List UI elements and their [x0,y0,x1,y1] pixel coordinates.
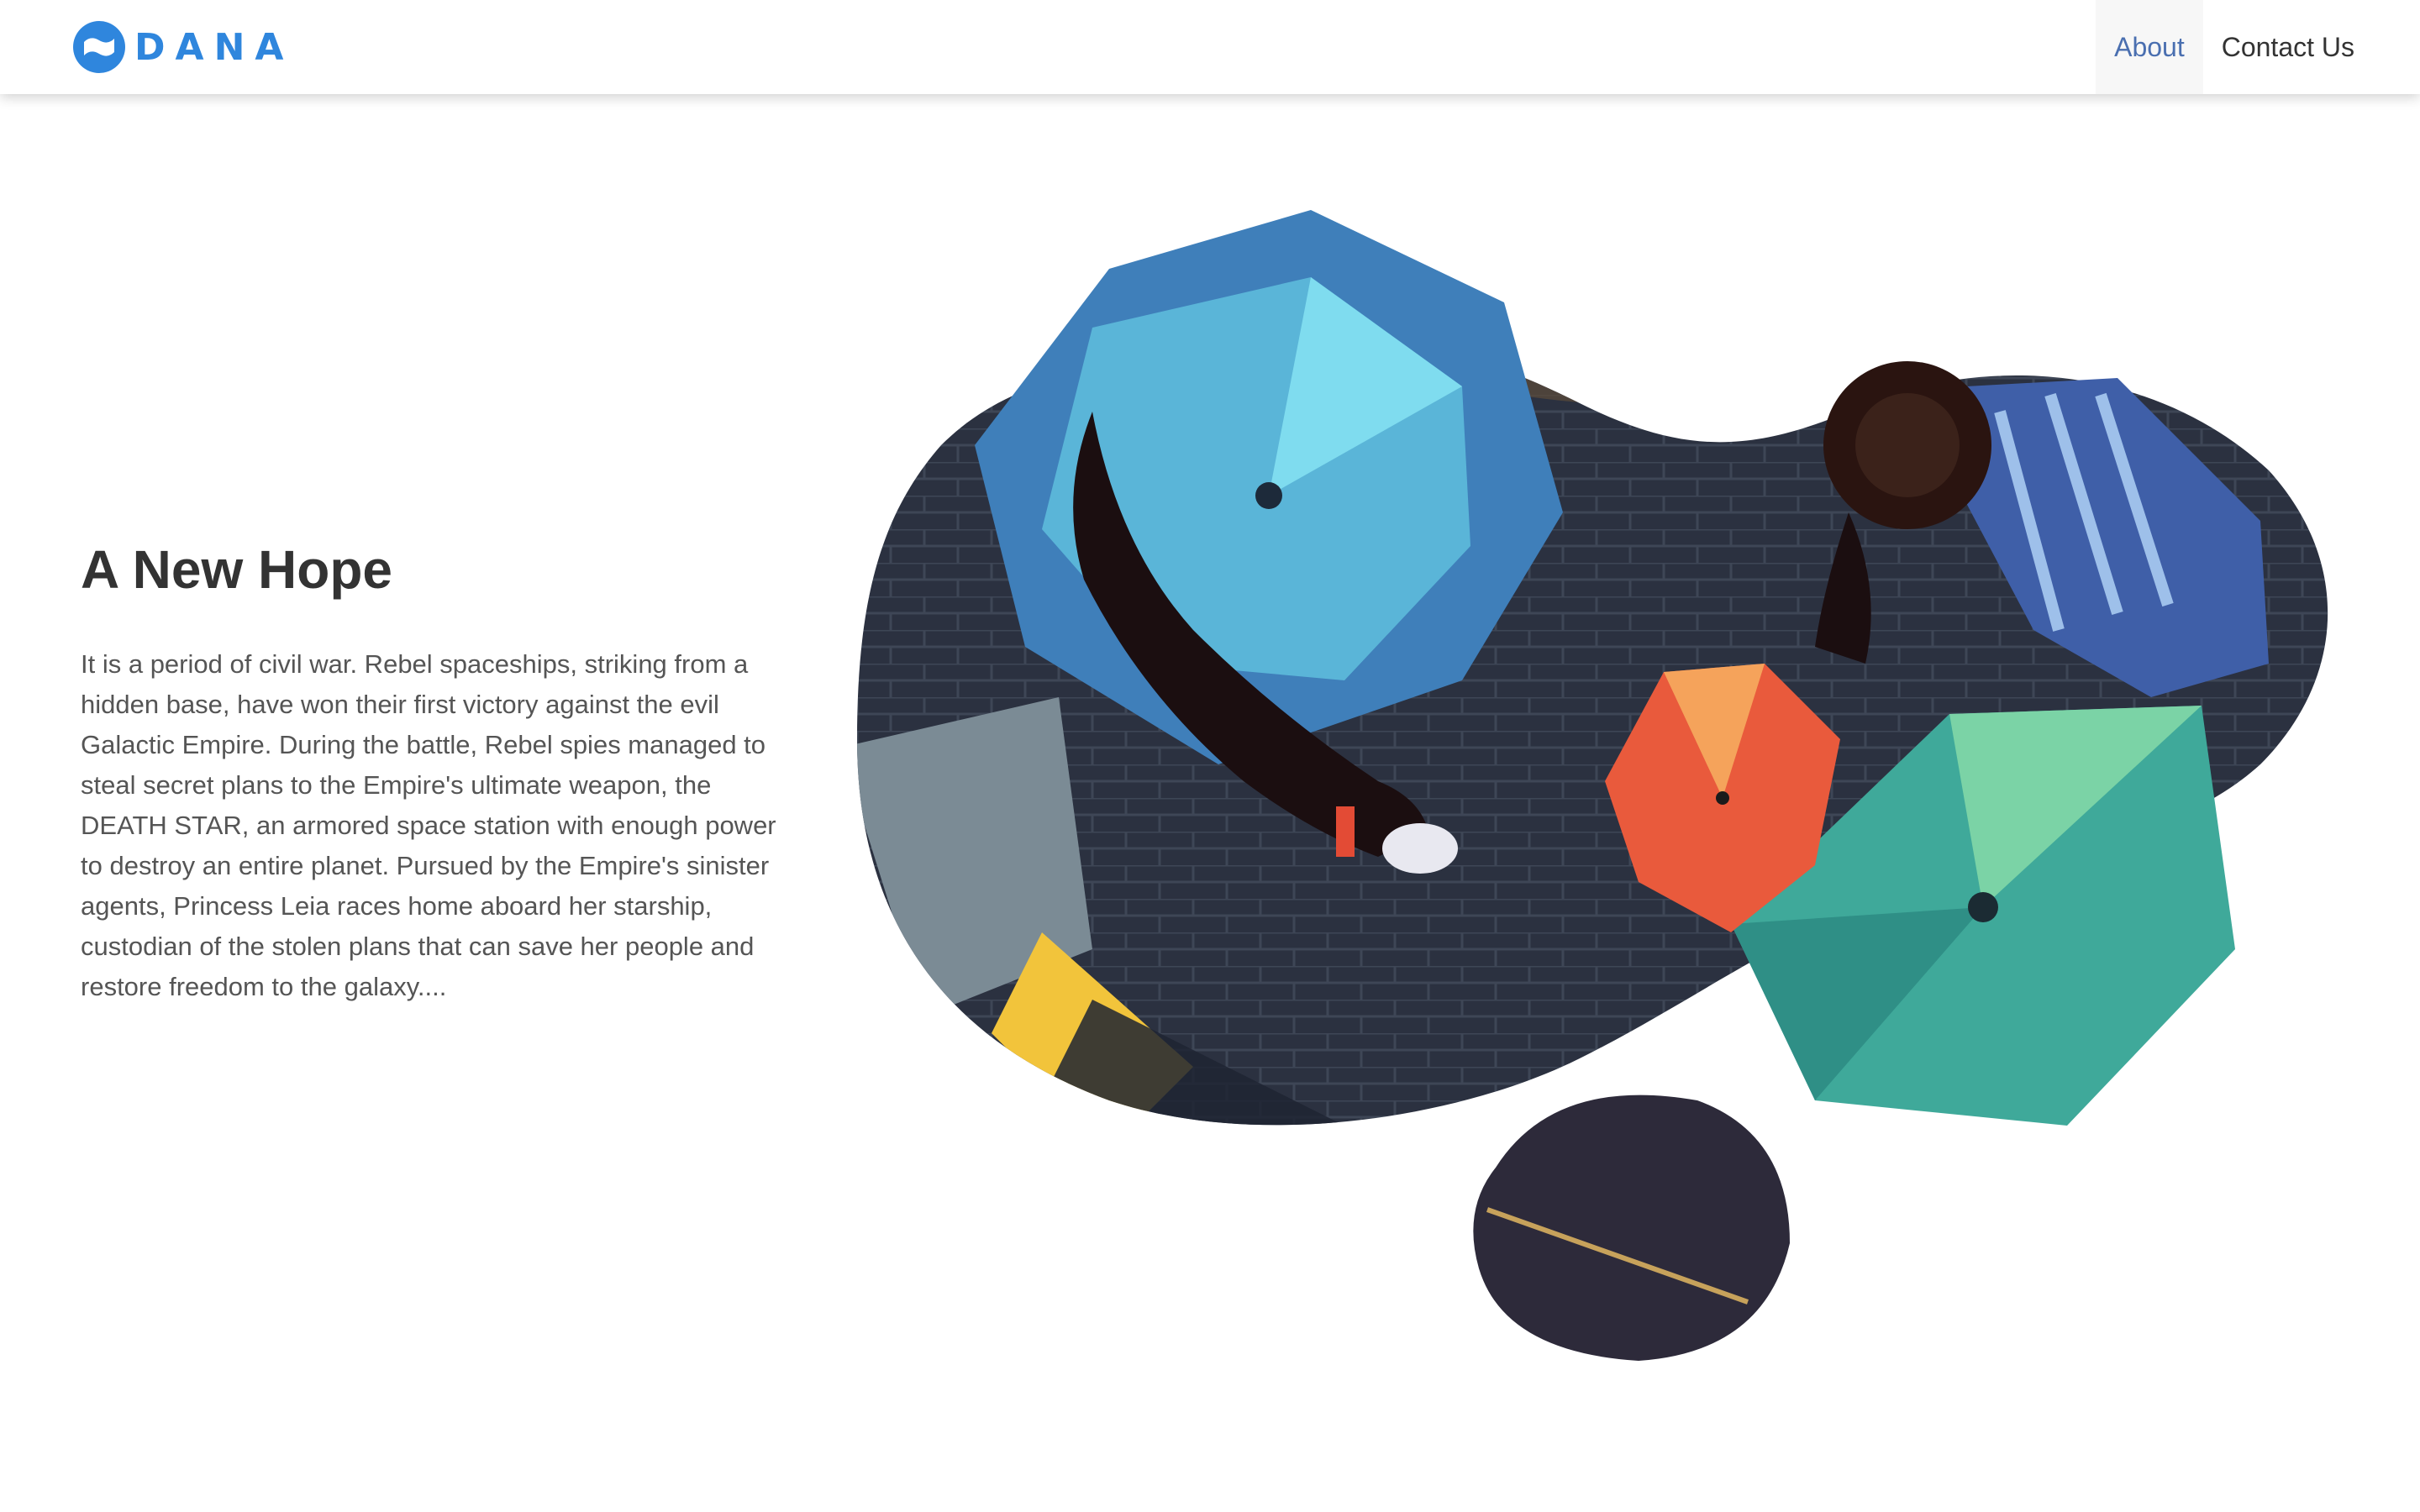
main-nav: About Contact Us [2096,0,2373,94]
puddle-blob [1473,1095,1790,1361]
hero-paragraph: It is a period of civil war. Rebel space… [81,648,776,1001]
umbrellas-illustration [857,210,2328,1361]
brand-logo[interactable]: DANA [72,18,293,76]
page-title: A New Hope [81,539,392,600]
dana-logo-icon [73,21,125,73]
nav-item-contact-us[interactable]: Contact Us [2203,0,2373,94]
brand-name: DANA [134,25,294,69]
top-navbar: DANA About Contact Us [0,0,2420,94]
hero-text-section: A New Hope It is a period of civil war. … [81,538,803,1007]
nav-item-about[interactable]: About [2096,0,2203,94]
